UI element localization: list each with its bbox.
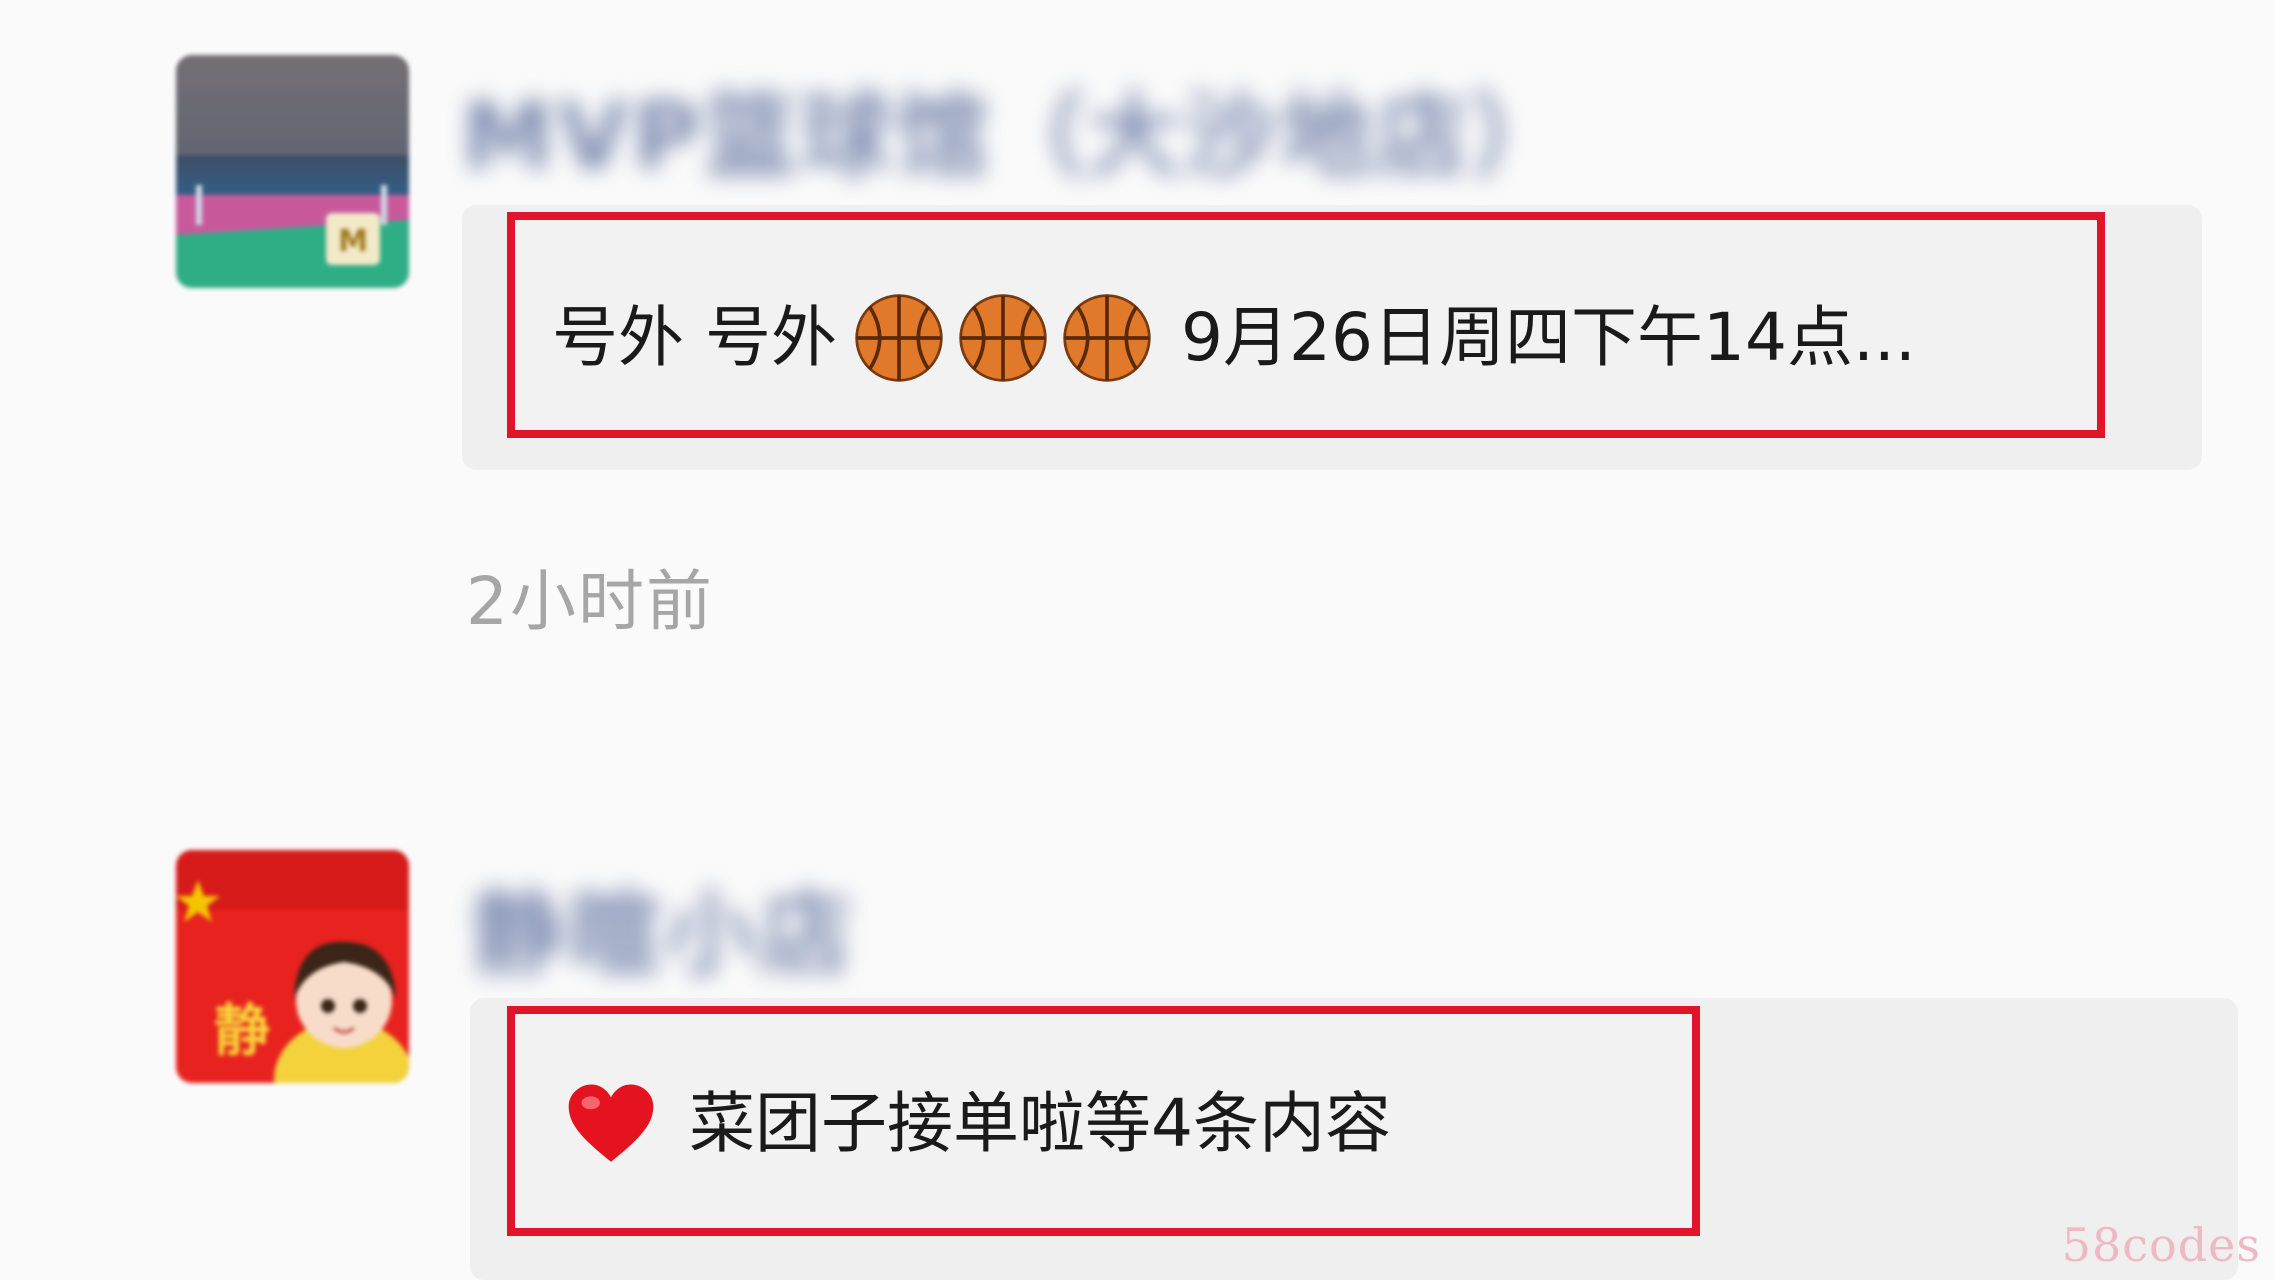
avatar[interactable]: 静	[176, 850, 409, 1083]
preview-prefix: 号外 号外	[552, 299, 837, 376]
preview-summary: 菜团子接单啦等4条内容	[689, 1085, 1391, 1162]
author-name[interactable]: MVP篮球馆（大沙地店）	[462, 62, 1568, 195]
basketball-icon	[1063, 294, 1151, 382]
basketball-icon	[959, 294, 1047, 382]
heart-icon	[568, 1084, 654, 1162]
basketball-icon	[855, 294, 943, 382]
avatar[interactable]: M	[176, 55, 409, 288]
author-name[interactable]: 静暄小店	[472, 860, 856, 993]
feed-item-1[interactable]: M MVP篮球馆（大沙地店） 号外 号外 9月26日周四下午14点... 2小时…	[0, 0, 2275, 700]
feed-item-2[interactable]: 静 静暄小店 菜团子接单啦等4条内容	[0, 820, 2275, 1280]
post-preview-text[interactable]: 菜团子接单啦等4条内容	[565, 1076, 1391, 1172]
svg-text:M: M	[338, 224, 368, 259]
preview-suffix: 9月26日周四下午14点...	[1180, 299, 1916, 376]
post-preview-text[interactable]: 号外 号外 9月26日周四下午14点...	[552, 290, 1916, 386]
svg-text:静: 静	[214, 998, 270, 1064]
watermark: 58codes	[2061, 1218, 2261, 1272]
post-timestamp: 2小时前	[466, 563, 714, 640]
